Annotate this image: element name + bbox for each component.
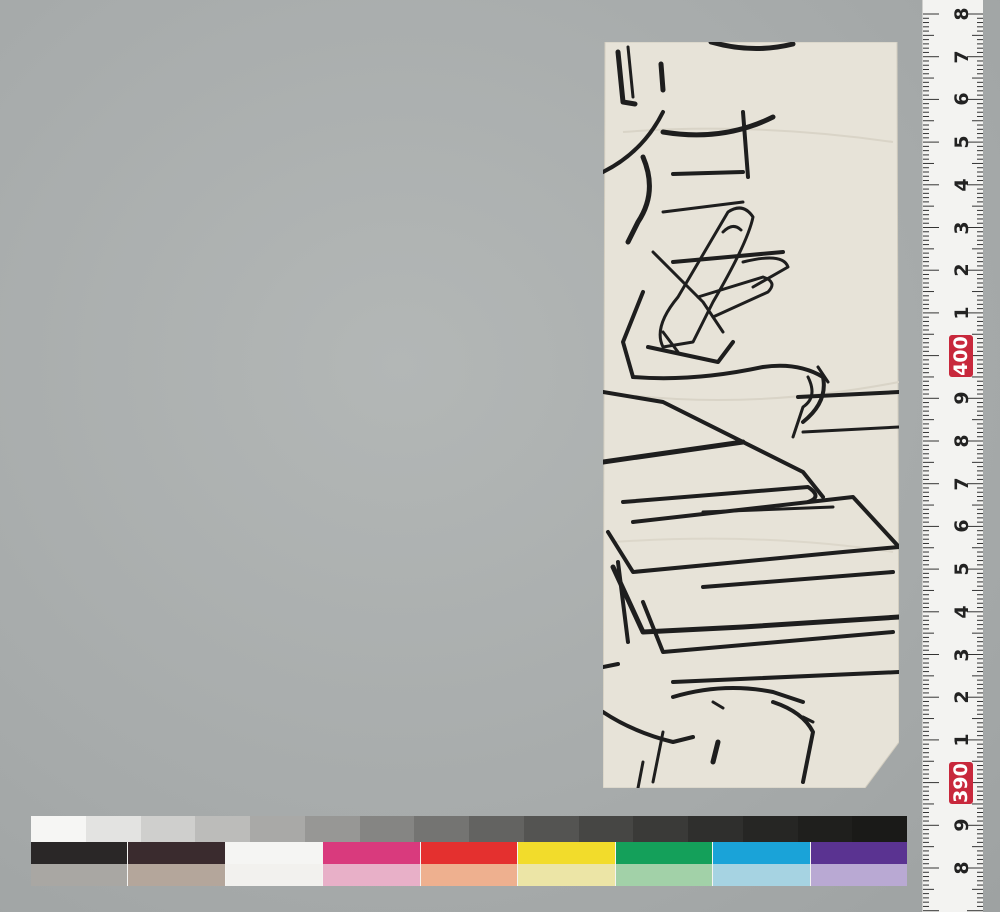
- light-color-patch: [322, 864, 420, 886]
- grey-step: [852, 816, 907, 842]
- grey-step: [359, 816, 415, 842]
- color-patch: [31, 842, 128, 864]
- ruler-label: 5: [951, 562, 973, 576]
- ink-sketch: [603, 42, 899, 788]
- ruler-label: 7: [951, 50, 973, 64]
- grey-step: [304, 816, 360, 842]
- color-patch: [809, 842, 907, 864]
- color-patch: [419, 842, 518, 864]
- color-calibration-target: [31, 816, 907, 886]
- ruler-major-label: 390: [949, 761, 973, 804]
- grey-step: [414, 816, 469, 842]
- grey-step: [250, 816, 305, 842]
- color-patch: [712, 842, 810, 864]
- grey-step: [633, 816, 688, 842]
- grey-step: [469, 816, 524, 842]
- light-color-patch: [419, 864, 518, 886]
- grey-step: [31, 816, 86, 842]
- ruler-label: 7: [951, 477, 973, 491]
- light-color-patch: [614, 864, 713, 886]
- ruler-label: 3: [951, 220, 973, 235]
- color-patch: [322, 842, 420, 864]
- color-patch-row: [31, 842, 907, 864]
- light-color-patch: [809, 864, 907, 886]
- grey-step: [688, 816, 743, 842]
- grey-step: [797, 816, 853, 842]
- grey-step: [578, 816, 634, 842]
- grey-step: [195, 816, 250, 842]
- light-color-patch: [517, 864, 615, 886]
- ruler-major-label: 400: [949, 334, 973, 377]
- grey-step: [742, 816, 798, 842]
- measuring-ruler: 8 7 6 5 4 3 2 1 400 9 8 7 6 5 4 3 2 1 390 9 8: [922, 0, 983, 912]
- color-patch: [127, 842, 225, 864]
- color-patch: [614, 842, 713, 864]
- grey-step: [140, 816, 196, 842]
- light-color-patch: [127, 864, 225, 886]
- ruler-label: 2: [951, 263, 973, 277]
- ruler-label: 8: [951, 7, 973, 21]
- light-color-patch: [31, 864, 128, 886]
- ruler-label: 2: [951, 690, 973, 704]
- grey-step: [523, 816, 579, 842]
- ruler-label: 1: [951, 306, 973, 320]
- ruler-label: 6: [951, 519, 973, 534]
- ruler-label: 1: [951, 733, 973, 747]
- sketch-paper: [603, 42, 899, 788]
- ruler-label: 8: [951, 861, 973, 875]
- ruler-label: 3: [951, 647, 973, 662]
- light-color-patch: [224, 864, 323, 886]
- ruler-label: 8: [951, 434, 973, 448]
- ruler-label: 5: [951, 135, 973, 149]
- grey-step: [85, 816, 141, 842]
- ruler-label: 9: [951, 818, 973, 832]
- ruler-label: 9: [951, 391, 973, 405]
- light-color-patch: [712, 864, 810, 886]
- ruler-label: 4: [951, 605, 973, 619]
- grey-scale-steps: [31, 816, 907, 842]
- color-patch: [517, 842, 615, 864]
- light-color-patch-row: [31, 864, 907, 886]
- color-patch: [224, 842, 323, 864]
- ruler-label: 6: [951, 92, 973, 107]
- ruler-label: 4: [951, 178, 973, 192]
